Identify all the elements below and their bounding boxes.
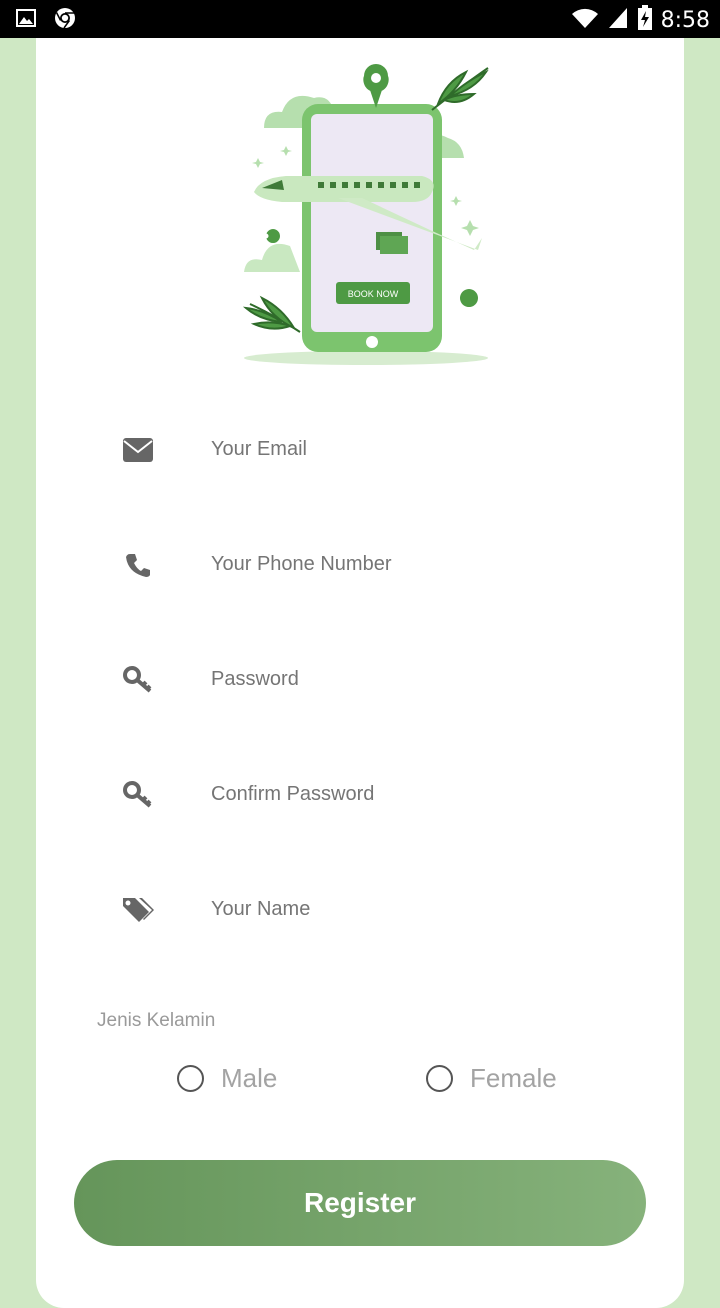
gender-label: Jenis Kelamin	[97, 1010, 216, 1031]
confirm-password-field[interactable]	[36, 765, 684, 825]
envelope-icon	[120, 434, 156, 466]
key-icon	[120, 664, 156, 696]
book-now-label: BOOK NOW	[348, 289, 399, 299]
password-field[interactable]	[36, 650, 684, 710]
name-field[interactable]	[36, 880, 684, 940]
confirm-password-input[interactable]	[211, 783, 631, 806]
radio-unchecked-icon[interactable]	[177, 1064, 204, 1092]
key-icon	[120, 779, 156, 811]
gender-option-label: Female	[470, 1062, 557, 1093]
register-button[interactable]: Register	[74, 1160, 646, 1246]
phone-field[interactable]	[36, 535, 684, 595]
status-time: 8:58	[660, 8, 710, 33]
gender-option-female[interactable]: Female	[426, 1060, 557, 1096]
phone-input[interactable]	[211, 553, 631, 576]
chrome-icon	[54, 7, 76, 34]
gender-option-label: Male	[221, 1062, 278, 1093]
email-field[interactable]	[36, 420, 684, 480]
booking-illustration: BOOK NOW	[242, 64, 489, 365]
email-input[interactable]	[211, 438, 631, 461]
status-bar: 8:58	[0, 0, 720, 38]
name-input[interactable]	[211, 898, 631, 921]
phone-icon	[120, 549, 156, 581]
gender-option-male[interactable]: Male	[177, 1060, 277, 1096]
radio-unchecked-icon[interactable]	[426, 1064, 453, 1092]
tags-icon	[120, 894, 156, 926]
gallery-icon	[16, 9, 36, 32]
signal-icon	[607, 6, 629, 35]
wifi-icon	[571, 6, 599, 35]
password-input[interactable]	[211, 668, 631, 691]
battery-icon	[637, 5, 653, 36]
register-card: BOOK NOW Your Email Your Phone Number Yo…	[36, 38, 684, 1308]
